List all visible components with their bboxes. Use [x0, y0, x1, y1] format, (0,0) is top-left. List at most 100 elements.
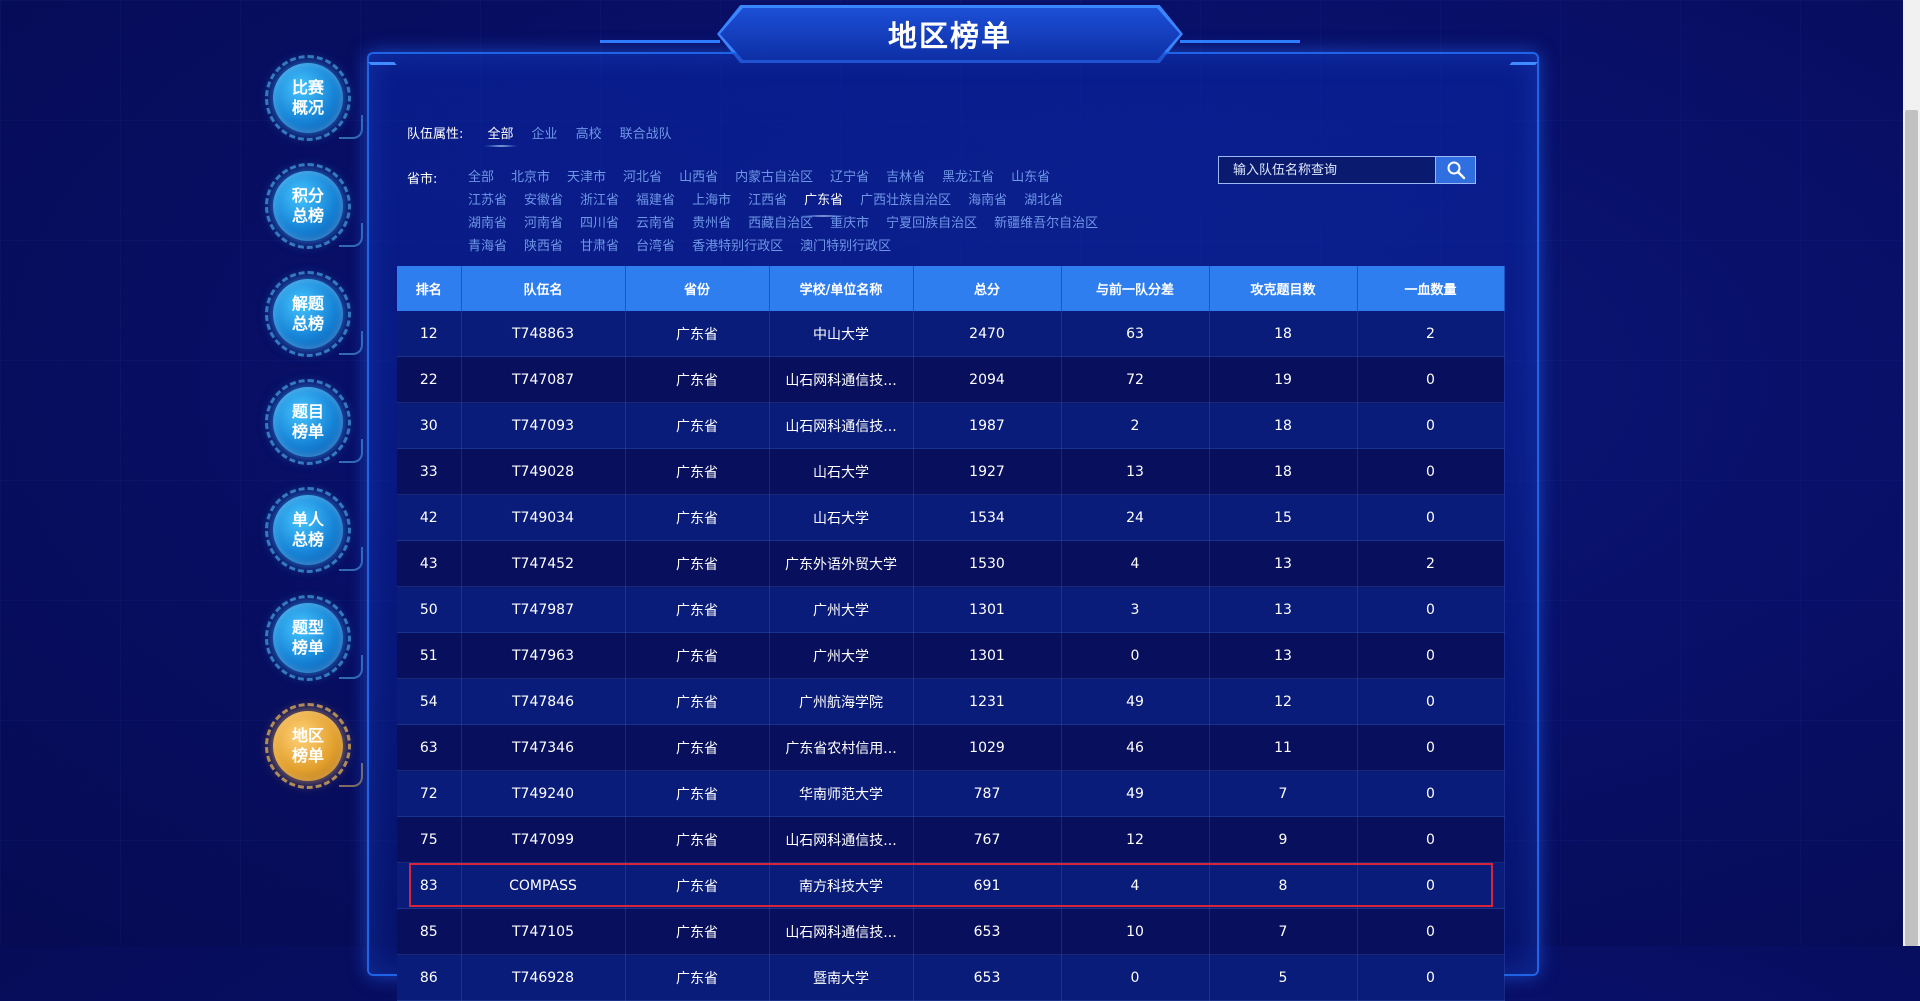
- table-row[interactable]: 63 T747346 广东省 广东省农村信用... 1029 46 11 0: [397, 724, 1505, 771]
- search-button[interactable]: [1436, 156, 1476, 184]
- province-option[interactable]: 上海市: [692, 189, 731, 212]
- side-nav-item[interactable]: 比赛概况: [265, 55, 363, 141]
- table-row[interactable]: 72 T749240 广东省 华南师范大学 787 49 7 0: [397, 770, 1505, 817]
- table-cell: 15: [1209, 494, 1358, 541]
- page-scrollbar[interactable]: [1903, 0, 1920, 946]
- table-row[interactable]: 75 T747099 广东省 山石网科通信技... 767 12 9 0: [397, 816, 1505, 863]
- team-type-option[interactable]: 企业: [532, 123, 558, 142]
- province-option[interactable]: 甘肃省: [580, 235, 619, 258]
- table-row[interactable]: 22 T747087 广东省 山石网科通信技... 2094 72 19 0: [397, 356, 1505, 403]
- table-cell: 13: [1209, 632, 1358, 679]
- table-cell: 8: [1209, 862, 1358, 909]
- table-cell: 广东省: [625, 678, 770, 725]
- table-row[interactable]: 30 T747093 广东省 山石网科通信技... 1987 2 18 0: [397, 402, 1505, 449]
- table-cell: 13: [1061, 448, 1210, 495]
- province-option[interactable]: 福建省: [636, 189, 675, 212]
- table-cell: 南方科技大学: [769, 862, 914, 909]
- province-option[interactable]: 辽宁省: [830, 166, 869, 189]
- province-option[interactable]: 内蒙古自治区: [735, 166, 813, 189]
- table-cell: 2: [1357, 311, 1505, 357]
- province-option[interactable]: 吉林省: [886, 166, 925, 189]
- team-type-option[interactable]: 全部: [483, 123, 518, 147]
- side-nav-item[interactable]: 地区榜单: [265, 703, 363, 789]
- province-option[interactable]: 河南省: [524, 212, 563, 235]
- province-option[interactable]: 青海省: [468, 235, 507, 258]
- province-option[interactable]: 台湾省: [636, 235, 675, 258]
- table-row[interactable]: 83 COMPASS 广东省 南方科技大学 691 4 8 0: [397, 862, 1505, 909]
- table-cell: 3: [1061, 586, 1210, 633]
- province-option[interactable]: 海南省: [968, 189, 1007, 212]
- table-cell: 12: [1061, 816, 1210, 863]
- table-row[interactable]: 33 T749028 广东省 山石大学 1927 13 18 0: [397, 448, 1505, 495]
- table-row[interactable]: 12 T748863 广东省 中山大学 2470 63 18 2: [397, 311, 1505, 357]
- province-option[interactable]: 湖南省: [468, 212, 507, 235]
- table-cell: 0: [1357, 862, 1505, 909]
- province-option[interactable]: 湖北省: [1024, 189, 1063, 212]
- table-cell: 广州大学: [769, 586, 914, 633]
- table-row[interactable]: 51 T747963 广东省 广州大学 1301 0 13 0: [397, 632, 1505, 679]
- province-option[interactable]: 河北省: [623, 166, 662, 189]
- province-option[interactable]: 陕西省: [524, 235, 563, 258]
- table-cell: 广东省: [625, 954, 770, 1001]
- column-header: 排名: [397, 266, 462, 311]
- table-row[interactable]: 50 T747987 广东省 广州大学 1301 3 13 0: [397, 586, 1505, 633]
- province-option[interactable]: 重庆市: [830, 212, 869, 235]
- side-nav-item[interactable]: 题型榜单: [265, 595, 363, 681]
- table-header-row: 排名 队伍名 省份 学校/单位名称 总分 与前一队分差 攻克题目数 一血数量: [397, 266, 1505, 311]
- table-cell: T747963: [461, 632, 626, 679]
- table-cell: 2094: [913, 356, 1062, 403]
- table-cell: 广东省: [625, 448, 770, 495]
- team-search-input[interactable]: [1218, 156, 1436, 184]
- table-cell: 0: [1357, 724, 1505, 771]
- province-option[interactable]: 江西省: [748, 189, 787, 212]
- table-row[interactable]: 85 T747105 广东省 山石网科通信技... 653 10 7 0: [397, 908, 1505, 955]
- scrollbar-thumb[interactable]: [1905, 110, 1918, 946]
- panel-corner-decoration: [368, 62, 412, 83]
- team-type-option[interactable]: 高校: [576, 123, 602, 142]
- side-nav-label: 题目榜单: [273, 387, 343, 457]
- province-option[interactable]: 西藏自治区: [748, 212, 813, 235]
- province-option[interactable]: 澳门特别行政区: [800, 235, 891, 258]
- province-option[interactable]: 北京市: [511, 166, 550, 189]
- search-icon: [1447, 161, 1465, 180]
- table-row[interactable]: 42 T749034 广东省 山石大学 1534 24 15 0: [397, 494, 1505, 541]
- table-cell: 75: [397, 816, 462, 863]
- province-option[interactable]: 全部: [468, 166, 494, 189]
- province-option[interactable]: 宁夏回族自治区: [886, 212, 977, 235]
- province-option[interactable]: 天津市: [567, 166, 606, 189]
- province-option[interactable]: 四川省: [580, 212, 619, 235]
- table-row[interactable]: 43 T747452 广东省 广东外语外贸大学 1530 4 13 2: [397, 540, 1505, 587]
- side-nav-label: 比赛概况: [273, 63, 343, 133]
- title-line-decoration: [1180, 40, 1300, 43]
- table-cell: 1534: [913, 494, 1062, 541]
- table-cell: 11: [1209, 724, 1358, 771]
- province-option[interactable]: 广西壮族自治区: [860, 189, 951, 212]
- province-option[interactable]: 黑龙江省: [942, 166, 994, 189]
- side-nav-item[interactable]: 题目榜单: [265, 379, 363, 465]
- province-option[interactable]: 新疆维吾尔自治区: [994, 212, 1098, 235]
- province-option[interactable]: 山东省: [1011, 166, 1050, 189]
- table-cell: 1301: [913, 586, 1062, 633]
- province-option[interactable]: 安徽省: [524, 189, 563, 212]
- table-cell: 广东省: [625, 494, 770, 541]
- side-nav-item[interactable]: 单人总榜: [265, 487, 363, 573]
- table-row[interactable]: 54 T747846 广东省 广州航海学院 1231 49 12 0: [397, 678, 1505, 725]
- nav-tail-decoration: [339, 439, 363, 463]
- province-option[interactable]: 山西省: [679, 166, 718, 189]
- team-type-option[interactable]: 联合战队: [620, 123, 672, 142]
- table-cell: 0: [1357, 816, 1505, 863]
- table-row[interactable]: 86 T746928 广东省 暨南大学 653 0 5 0: [397, 954, 1505, 1001]
- table-cell: 18: [1209, 311, 1358, 357]
- province-option[interactable]: 云南省: [636, 212, 675, 235]
- province-option[interactable]: 浙江省: [580, 189, 619, 212]
- table-cell: 广东省: [625, 540, 770, 587]
- side-nav-item[interactable]: 解题总榜: [265, 271, 363, 357]
- side-nav-item[interactable]: 积分总榜: [265, 163, 363, 249]
- province-option[interactable]: 香港特别行政区: [692, 235, 783, 258]
- side-nav-label: 地区榜单: [273, 711, 343, 781]
- province-option[interactable]: 贵州省: [692, 212, 731, 235]
- table-cell: 1987: [913, 402, 1062, 449]
- province-option[interactable]: 江苏省: [468, 189, 507, 212]
- province-option[interactable]: 广东省: [800, 189, 848, 217]
- table-cell: 1029: [913, 724, 1062, 771]
